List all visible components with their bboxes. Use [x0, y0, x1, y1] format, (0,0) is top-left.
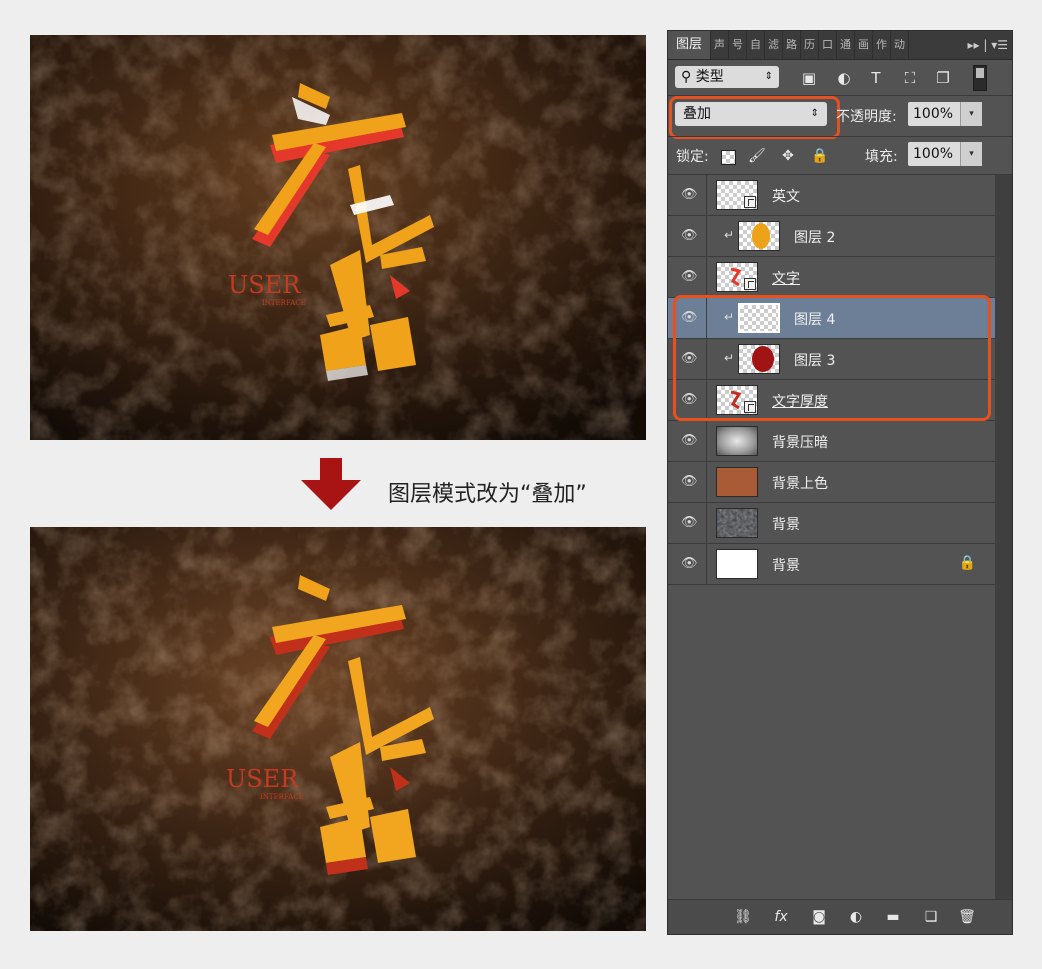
layer-row[interactable]: 👁 背景上色: [668, 462, 996, 503]
down-arrow-icon: [301, 458, 361, 514]
link-layers-icon[interactable]: ⛓: [734, 908, 752, 926]
layer-thumbnail: [716, 426, 758, 456]
layer-row[interactable]: 👁 文字: [668, 257, 996, 298]
canvas-preview-before: USER INTERFACE: [30, 35, 646, 440]
visibility-eye-icon[interactable]: 👁: [681, 515, 698, 531]
lock-brush-icon[interactable]: 🖌: [748, 148, 766, 164]
visibility-eye-icon[interactable]: 👁: [681, 556, 698, 572]
visibility-eye-icon[interactable]: 👁: [681, 269, 698, 285]
smart-object-icon: [744, 196, 756, 208]
tab-8[interactable]: 通: [837, 31, 856, 59]
divider: [706, 503, 707, 543]
divider: [706, 216, 707, 256]
visibility-eye-icon[interactable]: 👁: [681, 187, 698, 203]
divider: [706, 544, 707, 584]
tab-4[interactable]: 滤: [765, 31, 784, 59]
tab-2[interactable]: 号: [729, 31, 748, 59]
clipping-mask-icon: ↵: [724, 228, 735, 242]
opacity-dropdown-icon[interactable]: ▾: [960, 102, 982, 126]
panel-tab-bar: 图层 声 号 自 滤 路 历 口 通 画 作 动 ▸▸ | ▾☰: [668, 31, 1012, 60]
filter-type-select[interactable]: ⚲ 类型 ⇕: [675, 66, 779, 88]
panel-menu-icon[interactable]: ▸▸ | ▾☰: [968, 31, 1009, 59]
blend-mode-highlight: [669, 96, 840, 139]
tab-7[interactable]: 口: [819, 31, 838, 59]
opacity-input[interactable]: 100%: [908, 102, 960, 126]
tab-6[interactable]: 历: [801, 31, 820, 59]
tab-3[interactable]: 自: [747, 31, 766, 59]
chevron-updown-icon: ⇕: [764, 71, 773, 82]
fill-dropdown-icon[interactable]: ▾: [960, 142, 982, 166]
type-filter-icon[interactable]: T: [866, 68, 886, 88]
tab-9[interactable]: 画: [855, 31, 874, 59]
new-group-icon[interactable]: ▬: [884, 908, 902, 926]
smartobject-filter-icon[interactable]: ❐: [933, 68, 953, 88]
layer-row[interactable]: 👁 背景压暗: [668, 421, 996, 462]
filter-row: ⚲ 类型 ⇕ ▣ ◐ T ⛶ ❐: [668, 61, 1012, 95]
new-layer-icon[interactable]: ❏: [922, 908, 940, 926]
lock-all-icon[interactable]: 🔒: [811, 148, 828, 164]
filter-type-label: 类型: [695, 69, 724, 85]
en-text-after: USER: [226, 765, 299, 793]
en-subtext-after: INTERFACE: [260, 793, 304, 801]
lock-row: 锁定: 🖌 ✥ 🔒 填充: 100% ▾: [668, 137, 1012, 173]
adjustment-filter-icon[interactable]: ◐: [834, 68, 854, 88]
en-text-before: USER: [228, 271, 301, 299]
canvas-preview-after: USER INTERFACE: [30, 527, 646, 931]
visibility-eye-icon[interactable]: 👁: [681, 433, 698, 449]
divider: [706, 257, 707, 297]
panel-bottom-toolbar: ⛓ fx ◙ ◐ ▬ ❏ 🗑: [668, 899, 1012, 934]
fill-label: 填充:: [865, 149, 898, 165]
adjustment-layer-icon[interactable]: ◐: [847, 908, 865, 926]
lock-transparent-icon[interactable]: [721, 150, 736, 165]
visibility-eye-icon[interactable]: 👁: [681, 228, 698, 244]
layer-thumbnail: [716, 180, 758, 210]
en-subtext-before: INTERFACE: [262, 299, 306, 307]
layer-row[interactable]: 👁 ↵ 图层 2: [668, 216, 996, 257]
lock-icon: 🔒: [958, 555, 976, 571]
divider: [706, 421, 707, 461]
layers-panel: 图层 声 号 自 滤 路 历 口 通 画 作 动 ▸▸ | ▾☰ ⚲ 类型 ⇕ …: [667, 30, 1013, 935]
layer-name[interactable]: 图层 2: [794, 227, 835, 247]
artwork-after: USER INTERFACE: [30, 527, 646, 931]
layer-thumbnail: [738, 221, 780, 251]
layer-row[interactable]: 👁 背景: [668, 503, 996, 544]
layer-row[interactable]: 👁 背景 🔒: [668, 544, 996, 585]
layer-name[interactable]: 英文: [772, 186, 800, 206]
layer-name[interactable]: 背景: [772, 555, 800, 575]
tab-10[interactable]: 作: [873, 31, 892, 59]
layer-name[interactable]: 背景上色: [772, 473, 828, 493]
layers-scrollbar[interactable]: [995, 175, 1012, 900]
add-mask-icon[interactable]: ◙: [810, 908, 828, 926]
tab-layers[interactable]: 图层: [668, 31, 712, 59]
layer-thumbnail: [716, 262, 758, 292]
lock-move-icon[interactable]: ✥: [780, 148, 796, 164]
layer-thumbnail: [716, 467, 758, 497]
filter-toggle[interactable]: [973, 65, 987, 91]
divider: [706, 175, 707, 215]
pixel-filter-icon[interactable]: ▣: [799, 68, 819, 88]
opacity-label: 不透明度:: [836, 109, 897, 125]
tab-1[interactable]: 声: [711, 31, 730, 59]
layer-name[interactable]: 背景: [772, 514, 800, 534]
lock-label: 锁定:: [676, 149, 709, 165]
tab-5[interactable]: 路: [783, 31, 802, 59]
layer-name[interactable]: 背景压暗: [772, 432, 828, 452]
tab-11[interactable]: 动: [891, 31, 910, 59]
smart-object-icon: [744, 278, 756, 290]
layers-highlight: [673, 295, 991, 421]
divider: [706, 462, 707, 502]
layer-thumbnail: [716, 508, 758, 538]
artwork-before: USER INTERFACE: [30, 35, 646, 440]
search-icon: ⚲: [681, 69, 692, 85]
shape-filter-icon[interactable]: ⛶: [900, 68, 920, 88]
fx-icon[interactable]: fx: [772, 908, 790, 926]
visibility-eye-icon[interactable]: 👁: [681, 474, 698, 490]
blend-row: 叠加 ⇕ 不透明度: 100% ▾: [668, 96, 1012, 139]
layer-row[interactable]: 👁 英文: [668, 175, 996, 216]
layer-thumbnail: [716, 549, 758, 579]
caption-text: 图层模式改为“叠加”: [388, 482, 587, 507]
layer-name[interactable]: 文字: [772, 268, 800, 288]
delete-layer-icon[interactable]: 🗑: [958, 908, 976, 926]
fill-input[interactable]: 100%: [908, 142, 960, 166]
